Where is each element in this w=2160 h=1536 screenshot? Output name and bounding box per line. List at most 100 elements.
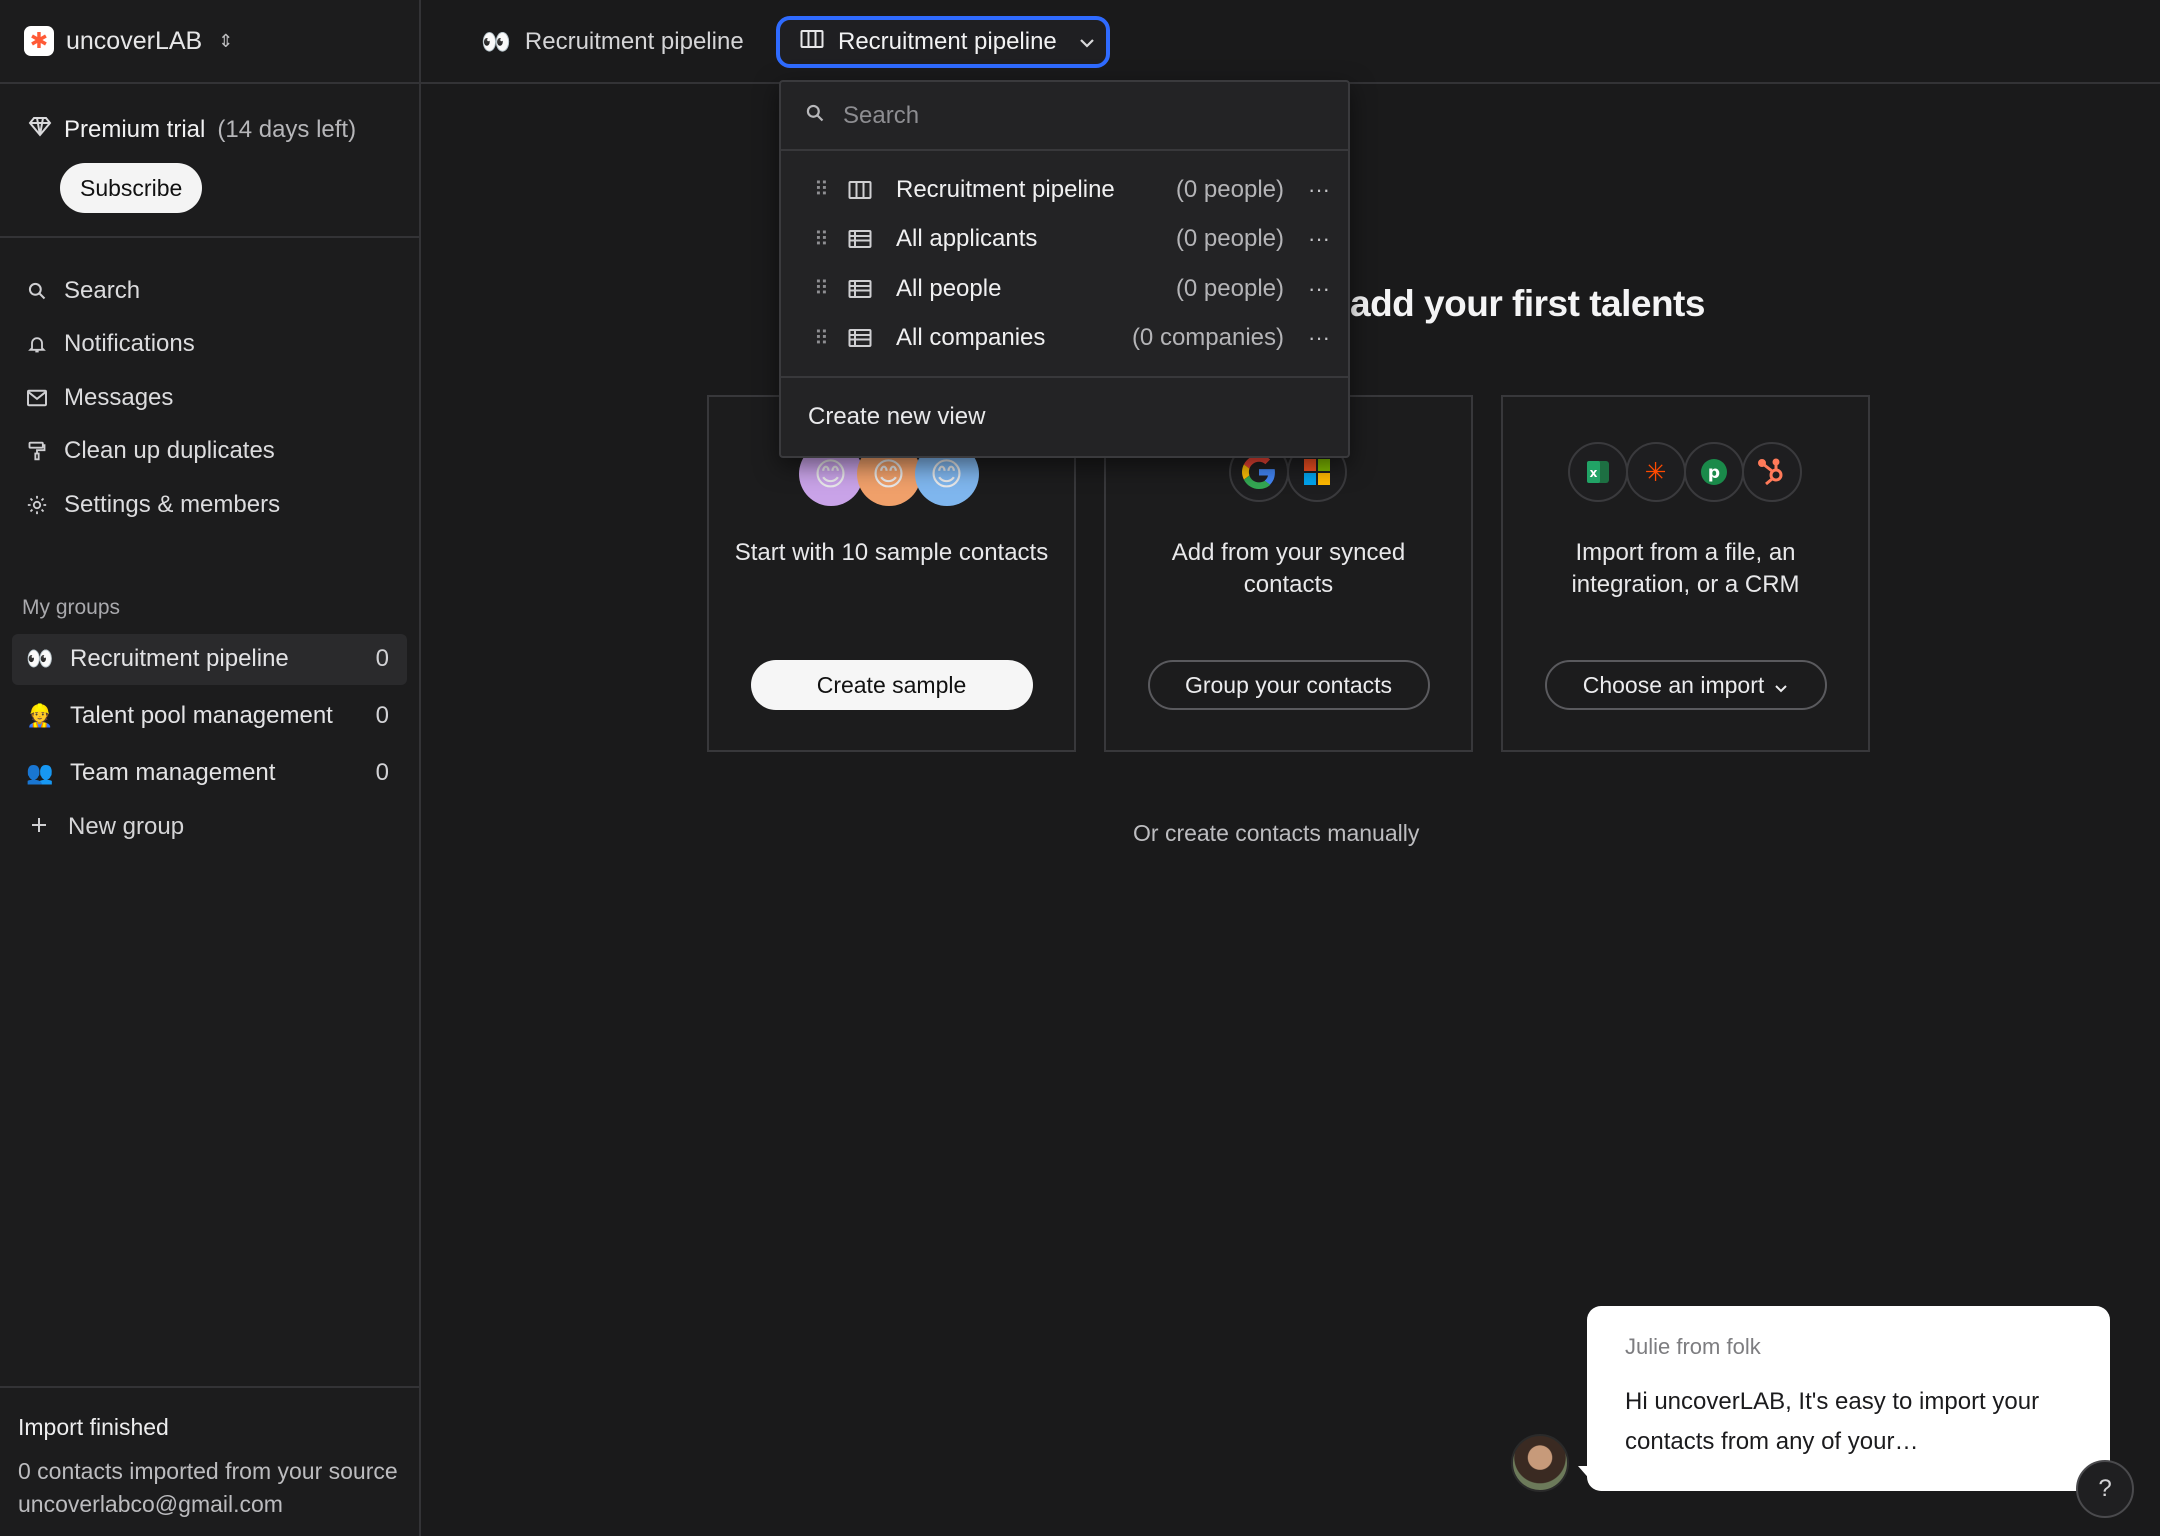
more-options-icon[interactable]: ···	[1308, 325, 1348, 351]
group-item-recruitment-pipeline[interactable]: 👀 Recruitment pipeline 0	[12, 633, 407, 685]
new-group-label: New group	[68, 812, 185, 840]
view-item-all-people[interactable]: ⠿ All people (0 people) ···	[781, 264, 1348, 314]
svg-text:p: p	[1707, 463, 1719, 483]
diamond-icon	[28, 114, 52, 145]
zapier-icon: ✳	[1625, 442, 1686, 502]
choose-import-label: Choose an import	[1582, 671, 1765, 698]
main-nav: Search Notifications Messages Clean up d…	[0, 238, 419, 532]
pipedrive-icon: p	[1683, 442, 1744, 502]
table-icon	[848, 328, 874, 348]
more-options-icon[interactable]: ···	[1308, 276, 1348, 302]
plus-icon	[30, 813, 48, 841]
subscribe-button[interactable]: Subscribe	[60, 163, 203, 213]
nav-item-label: Settings & members	[64, 490, 281, 518]
create-new-view-button[interactable]: Create new view	[781, 378, 1348, 456]
nav-item-notifications[interactable]: Notifications	[0, 318, 419, 372]
drag-handle-icon[interactable]: ⠿	[814, 276, 829, 301]
eyes-icon: 👀	[481, 28, 511, 56]
create-sample-button[interactable]: Create sample	[750, 660, 1033, 710]
workspace-logo-icon: ✱	[24, 26, 54, 56]
nav-item-messages[interactable]: Messages	[0, 371, 419, 425]
view-count: (0 companies)	[1131, 324, 1284, 352]
drag-handle-icon[interactable]: ⠿	[814, 227, 829, 252]
chevron-updown-icon: ⇕	[218, 30, 234, 51]
breadcrumb-label: Recruitment pipeline	[524, 28, 744, 55]
view-label: Recruitment pipeline	[896, 175, 1115, 203]
group-label: Recruitment pipeline	[70, 645, 289, 672]
trial-title: Premium trial	[64, 115, 206, 143]
view-item-all-companies[interactable]: ⠿ All companies (0 companies) ···	[781, 314, 1348, 364]
view-search	[781, 82, 1348, 151]
trial-banner: Premium trial (14 days left) Subscribe	[0, 84, 419, 238]
view-item-all-applicants[interactable]: ⠿ All applicants (0 people) ···	[781, 215, 1348, 265]
board-icon	[848, 180, 874, 200]
view-label: All applicants	[896, 225, 1038, 253]
import-status: Import finished 0 contacts imported from…	[0, 1386, 421, 1536]
nav-item-settings[interactable]: Settings & members	[0, 478, 419, 532]
import-status-description: 0 contacts imported from your source unc…	[18, 1458, 398, 1517]
import-status-title: Import finished	[18, 1414, 169, 1440]
hubspot-icon	[1741, 442, 1802, 502]
view-label: All people	[896, 274, 1002, 302]
chat-popup[interactable]: Julie from folk Hi uncoverLAB, It's easy…	[1587, 1306, 2110, 1491]
broom-icon	[26, 440, 48, 462]
group-label: Team management	[70, 759, 276, 786]
envelope-icon	[26, 387, 48, 409]
nav-item-label: Search	[64, 276, 141, 304]
worker-icon: 👷	[26, 703, 54, 728]
group-count: 0	[375, 702, 389, 729]
trial-days-left: (14 days left)	[217, 115, 357, 143]
view-selector[interactable]: Recruitment pipeline	[776, 16, 1110, 68]
excel-icon: x	[1567, 442, 1628, 502]
people-icon: 👥	[26, 760, 54, 785]
drag-handle-icon[interactable]: ⠿	[814, 177, 829, 202]
gear-icon	[26, 494, 48, 516]
group-label: Talent pool management	[70, 702, 333, 729]
group-count: 0	[375, 759, 389, 786]
group-count: 0	[375, 645, 389, 672]
view-label: All companies	[896, 324, 1046, 352]
support-avatar[interactable]	[1511, 1434, 1569, 1492]
create-manually-link[interactable]: Or create contacts manually	[1133, 820, 1419, 847]
import-card-text: Import from a file, an integration, or a…	[1571, 539, 1800, 598]
page-title: add your first talents	[1350, 283, 1705, 324]
view-dropdown: ⠿ Recruitment pipeline (0 people) ··· ⠿ …	[779, 80, 1350, 458]
nav-item-label: Clean up duplicates	[64, 437, 275, 465]
workspace-switcher[interactable]: ✱ uncoverLAB ⇕	[0, 0, 419, 84]
my-groups-heading: My groups	[22, 595, 121, 619]
nav-item-clean-duplicates[interactable]: Clean up duplicates	[0, 425, 419, 479]
view-selector-label: Recruitment pipeline	[838, 28, 1057, 55]
new-group-button[interactable]: New group	[0, 799, 419, 855]
bell-icon	[26, 333, 48, 355]
breadcrumb[interactable]: 👀 Recruitment pipeline	[481, 0, 744, 84]
view-item-recruitment-pipeline[interactable]: ⠿ Recruitment pipeline (0 people) ···	[781, 165, 1348, 215]
import-card: x ✳ p Import from a file, an integration…	[1501, 395, 1870, 752]
sample-card-text: Start with 10 sample contacts	[734, 539, 1049, 566]
choose-import-button[interactable]: Choose an import	[1544, 660, 1827, 710]
more-options-icon[interactable]: ···	[1308, 177, 1348, 203]
eyes-icon: 👀	[26, 646, 54, 671]
table-icon	[848, 229, 874, 249]
view-list: ⠿ Recruitment pipeline (0 people) ··· ⠿ …	[781, 151, 1348, 378]
group-item-team-management[interactable]: 👥 Team management 0	[12, 748, 407, 799]
view-count: (0 people)	[1175, 175, 1284, 203]
table-icon	[848, 279, 874, 299]
help-icon[interactable]: ?	[2076, 1460, 2134, 1518]
group-item-talent-pool[interactable]: 👷 Talent pool management 0	[12, 691, 407, 742]
chat-message: Hi uncoverLAB, It's easy to import your …	[1625, 1388, 2040, 1455]
svg-text:x: x	[1589, 466, 1597, 480]
chevron-down-icon	[1079, 32, 1095, 53]
view-count: (0 people)	[1175, 225, 1284, 253]
synced-card-text: Add from your synced contacts	[1171, 539, 1406, 598]
group-contacts-button[interactable]: Group your contacts	[1147, 660, 1430, 710]
search-icon	[26, 280, 48, 302]
nav-item-search[interactable]: Search	[0, 264, 419, 318]
more-options-icon[interactable]: ···	[1308, 226, 1348, 252]
import-providers: x ✳ p	[1503, 442, 1868, 502]
topbar: 👀 Recruitment pipeline Recruitment pipel…	[421, 0, 2160, 84]
view-search-input[interactable]	[843, 101, 1303, 130]
chat-sender: Julie from folk	[1625, 1334, 1761, 1359]
workspace-name: uncoverLAB	[66, 26, 203, 55]
board-icon	[800, 28, 824, 56]
drag-handle-icon[interactable]: ⠿	[814, 326, 829, 351]
